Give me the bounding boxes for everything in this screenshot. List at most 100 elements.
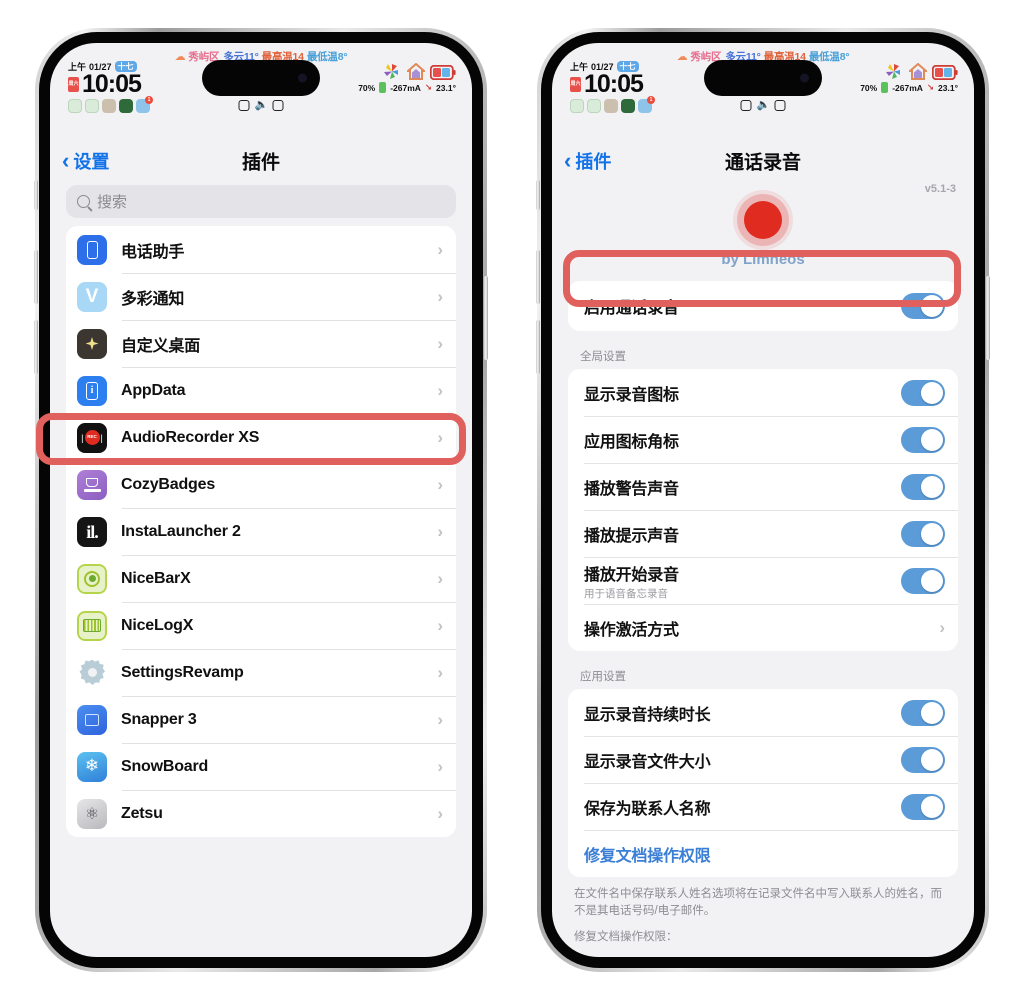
brand-header: by Limneos xyxy=(552,195,974,268)
photos-icon xyxy=(384,64,398,79)
row-toggle[interactable] xyxy=(901,699,945,726)
dynamic-island-right[interactable] xyxy=(704,60,822,96)
row-toggle[interactable] xyxy=(901,520,945,547)
mini-app-icon-1[interactable] xyxy=(68,99,82,113)
row-toggle[interactable] xyxy=(901,473,945,500)
mini-app-icon-5[interactable]: 1 xyxy=(136,96,153,113)
row-toggle[interactable] xyxy=(901,793,945,820)
power-button-left[interactable] xyxy=(484,276,488,360)
status-mini-apps[interactable]: 1 xyxy=(570,96,655,113)
volume-up-right[interactable] xyxy=(536,250,540,304)
list-item-label: SettingsRevamp xyxy=(121,663,244,681)
master-toggle[interactable] xyxy=(901,293,945,319)
list-item[interactable]: NiceBarX › xyxy=(66,555,456,602)
footnote-text-2: 修复文档操作权限： xyxy=(574,931,678,944)
settings-row[interactable]: 播放警告声音 xyxy=(568,463,958,510)
cloud-icon: ☁ xyxy=(676,51,688,63)
settings-row-sublabel: 用于语音备忘录音 xyxy=(584,587,668,600)
settings-row-label: 应用图标角标 xyxy=(584,433,679,451)
orientation-lock-icon xyxy=(740,100,752,111)
mini-app-icon-4[interactable] xyxy=(621,99,635,113)
list-item-label: AppData xyxy=(121,381,186,399)
settings-row[interactable]: 播放开始录音 用于语音备忘录音 xyxy=(568,557,958,604)
settings-row[interactable]: 播放提示声音 xyxy=(568,510,958,557)
dynamic-island-left[interactable] xyxy=(202,60,320,96)
mini-app-icon-1[interactable] xyxy=(570,99,584,113)
settings-row[interactable]: 应用图标角标 xyxy=(568,416,958,463)
chevron-right-icon: › xyxy=(437,709,443,729)
phone-assistant-icon xyxy=(77,234,107,265)
list-item[interactable]: ❄ SnowBoard › xyxy=(66,743,456,790)
toggle-knob xyxy=(921,381,943,404)
battery-percent: 70% xyxy=(860,82,878,93)
toggle-knob xyxy=(921,522,943,545)
list-item[interactable]: ⚛ Zetsu › xyxy=(66,790,456,837)
list-item[interactable]: i AppData › xyxy=(66,367,456,414)
list-item-label: NiceLogX xyxy=(121,616,194,634)
list-item[interactable]: CozyBadges › xyxy=(66,461,456,508)
battery-pill-icon xyxy=(379,82,387,93)
search-icon xyxy=(77,195,90,208)
mini-app-icon-3[interactable] xyxy=(604,99,618,113)
list-item[interactable]: | REC | AudioRecorder XS › xyxy=(66,414,456,461)
settings-row-label: 播放提示声音 xyxy=(584,527,679,545)
list-item[interactable]: V 多彩通知 › xyxy=(66,273,456,320)
settings-row-label: 播放警告声音 xyxy=(584,480,679,498)
left-screen: ☁ 秀屿区 多云11° 最高温14 最低温8° 上午 01/27 十七 周六 10:05 xyxy=(50,43,472,957)
settings-row[interactable]: 显示录音持续时长 xyxy=(568,689,958,736)
row-enable-call-recording[interactable]: 启用通话录音 xyxy=(568,281,958,331)
mini-app-icon-2[interactable] xyxy=(85,99,99,113)
status-mini-apps[interactable]: 1 xyxy=(68,96,153,113)
mini-app-icon-4[interactable] xyxy=(119,99,133,113)
settings-row[interactable]: 保存为联系人名称 xyxy=(568,783,958,830)
photos-icon xyxy=(886,64,900,79)
row-toggle[interactable] xyxy=(901,746,945,773)
power-button-right[interactable] xyxy=(986,276,990,360)
list-item[interactable]: SettingsRevamp › xyxy=(66,649,456,696)
status-bar-right: ☁ 秀屿区 多云11° 最高温14 最低温8° 上午 01/27 十七 周六 10:05 xyxy=(552,43,974,141)
mini-app-icon-2[interactable] xyxy=(587,99,601,113)
list-item[interactable]: 电话助手 › xyxy=(66,226,456,273)
search-input[interactable]: 搜索 xyxy=(66,185,456,218)
section-card: 显示录音图标应用图标角标 播放警告声音 播放提示声音播放开始录音 用于语音备忘录音 操作… xyxy=(568,369,958,651)
chevron-right-icon: › xyxy=(437,333,443,353)
settings-row-label: 显示录音持续时长 xyxy=(584,706,711,724)
page-title-left: 插件 xyxy=(241,152,280,174)
mini-app-icon-5[interactable]: 1 xyxy=(638,96,655,113)
appdata-icon: i xyxy=(77,375,107,406)
settings-row[interactable]: 显示录音图标 xyxy=(568,369,958,416)
list-item-label: AudioRecorder XS xyxy=(121,428,260,446)
section-title: 应用设置 xyxy=(580,671,626,683)
chevron-right-icon: › xyxy=(437,286,443,306)
nav-bar-right: ‹ 插件 通话录音 xyxy=(552,141,974,181)
settings-row[interactable]: 修复文档操作权限 xyxy=(568,830,958,877)
list-item-label: InstaLauncher 2 xyxy=(121,522,241,540)
cozybadges-icon xyxy=(77,469,107,500)
silent-switch-left[interactable] xyxy=(34,180,38,210)
snapper-icon xyxy=(77,704,107,735)
list-item[interactable]: Snapper 3 › xyxy=(66,696,456,743)
chevron-right-icon: › xyxy=(437,474,443,494)
settings-row[interactable]: 显示录音文件大小 xyxy=(568,736,958,783)
battery-icon xyxy=(430,65,456,80)
chevron-right-icon: › xyxy=(437,662,443,682)
row-toggle[interactable] xyxy=(901,379,945,406)
list-item[interactable]: 自定义桌面 › xyxy=(66,320,456,367)
row-toggle[interactable] xyxy=(901,567,945,594)
brand-name: by Limneos xyxy=(721,251,805,268)
audiorecorder-icon: | REC | xyxy=(77,422,107,453)
toggle-knob xyxy=(921,701,943,724)
silent-switch-right[interactable] xyxy=(536,180,540,210)
volume-down-right[interactable] xyxy=(536,320,540,374)
status-right-cluster: 70% -267mA ↘ 23.1° xyxy=(860,63,958,93)
row-toggle[interactable] xyxy=(901,426,945,453)
calendar-weekday: 周六 xyxy=(68,81,79,87)
battery-percent: 70% xyxy=(358,82,376,93)
volume-up-left[interactable] xyxy=(34,250,38,304)
settings-row[interactable]: 操作激活方式 › xyxy=(568,604,958,651)
volume-down-left[interactable] xyxy=(34,320,38,374)
list-item[interactable]: NiceLogX › xyxy=(66,602,456,649)
master-toggle-card: 启用通话录音 xyxy=(568,281,958,331)
list-item[interactable]: il. InstaLauncher 2 › xyxy=(66,508,456,555)
mini-app-icon-3[interactable] xyxy=(102,99,116,113)
